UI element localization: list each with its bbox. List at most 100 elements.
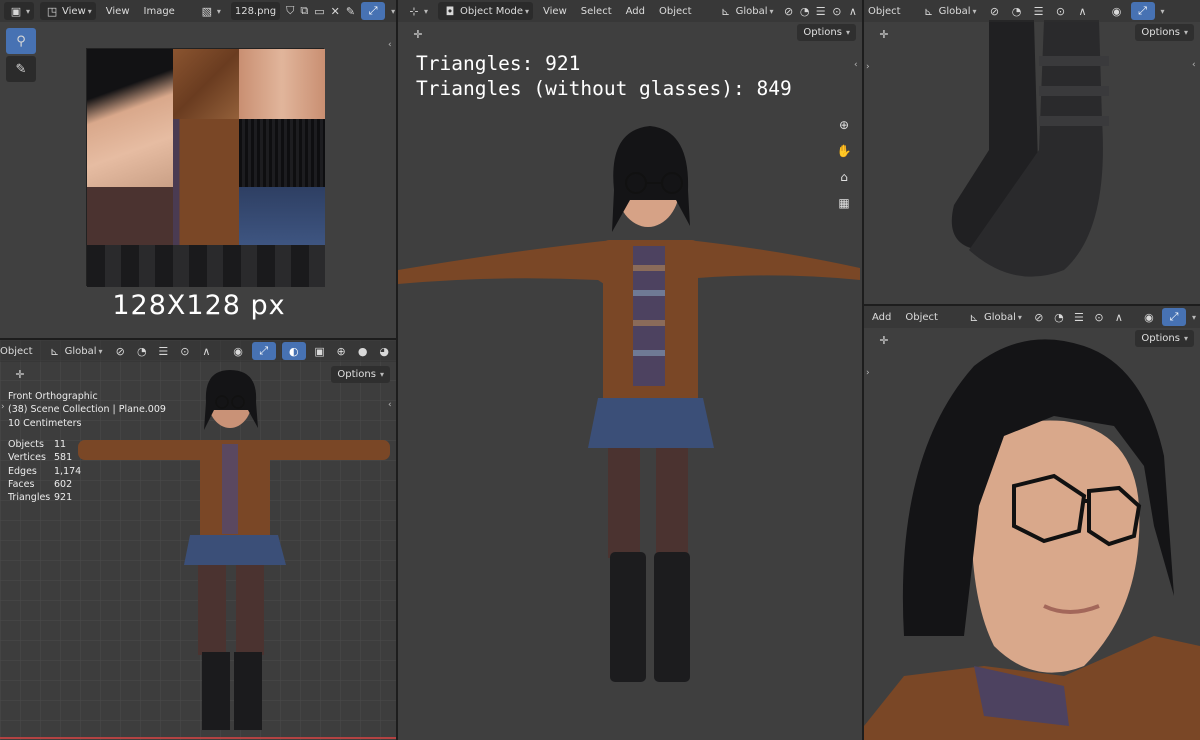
front-ortho-viewport[interactable]: Object ⊾ Global ▾ ⊘ ◔ ☰ ⊙ ∧ ◉ ⤢ ◐ ▣ ⊕ ● ◕ … [0,340,396,740]
options-button[interactable]: Options ▾ [797,24,856,41]
chevron-down-icon: ▾ [972,6,977,16]
texture-tile-leggings [87,187,173,245]
menu-add[interactable]: Add [622,2,649,20]
material-shading-icon[interactable]: ◕ [376,343,392,359]
menu-view[interactable]: View [539,2,571,20]
texture-tile-face [87,49,173,187]
snap-icon[interactable]: ◔ [1009,3,1025,19]
texture-image [86,48,325,287]
image-toolbar: ⚲ ✎ [6,28,36,82]
visibility-icon[interactable]: ◉ [230,343,246,359]
proportional-edit-icon[interactable]: ⊙ [177,343,193,359]
folder-icon[interactable]: ▭ [314,3,324,19]
sidebar-toggle-icon[interactable]: ‹ [388,400,392,410]
menu-object[interactable]: Object [0,342,37,360]
visibility-icon[interactable]: ◉ [1109,3,1125,19]
menu-object[interactable]: Object [901,308,942,326]
shield-icon[interactable]: ⛉ [286,3,294,19]
editor-type-button[interactable]: ⊹ ▾ [402,2,432,20]
orientation-dropdown[interactable]: ⊾ Global ▾ [714,2,778,20]
proportional-edit-icon[interactable]: ⊙ [1053,3,1069,19]
chevron-down-icon[interactable]: ▾ [1161,7,1165,16]
sidebar-toggle-icon[interactable]: ‹ [388,40,392,50]
close-icon[interactable]: ✕ [331,3,340,19]
view-mode-dropdown[interactable]: ◳ View ▾ [40,2,96,20]
chevron-down-icon[interactable]: ▾ [1192,313,1196,322]
toolbar-toggle-icon[interactable]: › [1,402,5,412]
gizmo-toggle[interactable]: ⤢ [251,342,276,360]
tool-cursor-icon[interactable]: ✛ [876,26,892,42]
falloff-icon[interactable]: ∧ [1112,309,1126,325]
menu-object[interactable]: Object [655,2,696,20]
view-icon: ◳ [46,4,58,18]
image-browse-button[interactable]: ▧ ▾ [195,2,225,20]
uv-sync-button[interactable]: ⤢ [361,2,386,20]
snap-menu-icon[interactable]: ☰ [156,343,172,359]
annotate-tool-button[interactable]: ✎ [6,56,36,82]
face-viewport[interactable]: Add Object ⊾ Global ▾ ⊘ ◔ ☰ ⊙ ∧ ◉ ⤢ ▾ ✛ Op… [864,306,1200,740]
main-viewport[interactable]: ⊹ ▾ ◘ Object Mode ▾ View Select Add Object … [398,0,862,740]
tool-cursor-icon[interactable]: ✛ [12,366,28,382]
sidebar-toggle-icon[interactable]: ‹ [1192,60,1196,70]
face-viewport-header: Add Object ⊾ Global ▾ ⊘ ◔ ☰ ⊙ ∧ ◉ ⤢ ▾ [864,306,1200,328]
tool-cursor-icon[interactable]: ✛ [876,332,892,348]
menu-object[interactable]: Object [864,2,905,20]
solid-shading-icon[interactable]: ● [355,343,371,359]
pivot-icon[interactable]: ⊘ [784,3,794,19]
proportional-edit-icon[interactable]: ⊙ [1092,309,1106,325]
chevron-down-icon: ▾ [1183,334,1188,343]
gizmo-toggle[interactable]: ⤢ [1161,308,1186,326]
pin-icon[interactable]: ✎ [346,3,355,19]
menu-add[interactable]: Add [868,308,895,326]
mode-dropdown[interactable]: ◘ Object Mode ▾ [438,2,534,20]
falloff-icon[interactable]: ∧ [848,3,858,19]
pivot-icon[interactable]: ⊘ [113,343,129,359]
xray-icon[interactable]: ▣ [312,343,328,359]
editor-type-button[interactable]: ▣ ▾ [4,2,35,20]
snap-icon[interactable]: ◔ [134,343,150,359]
perspective-grid-icon[interactable]: ▦ [833,192,855,214]
sidebar-toggle-icon[interactable]: ‹ [854,60,858,70]
snap-icon[interactable]: ◔ [800,3,810,19]
menu-image[interactable]: Image [140,2,179,20]
pivot-icon[interactable]: ⊘ [1032,309,1046,325]
orientation-dropdown[interactable]: ⊾ Global ▾ [917,2,981,20]
orientation-dropdown[interactable]: ⊾ Global ▾ [962,308,1026,326]
snap-menu-icon[interactable]: ☰ [1072,309,1086,325]
falloff-icon[interactable]: ∧ [199,343,215,359]
duplicate-icon[interactable]: ⧉ [300,3,308,19]
toolbar-toggle-icon[interactable]: › [866,368,870,378]
chevron-down-icon: ▾ [216,6,221,16]
orientation-dropdown[interactable]: ⊾ Global ▾ [43,342,107,360]
visibility-icon[interactable]: ◉ [1142,309,1156,325]
gizmo-toggle[interactable]: ⤢ [1130,2,1155,20]
sample-tool-button[interactable]: ⚲ [6,28,36,54]
tool-cursor-icon[interactable]: ✛ [410,26,426,42]
overlay-toggle[interactable]: ◐ [281,342,306,360]
snap-menu-icon[interactable]: ☰ [1031,3,1047,19]
texture-tile-jacket [173,49,239,119]
chevron-down-icon[interactable]: ▾ [391,7,395,16]
wireframe-shading-icon[interactable]: ⊕ [333,343,349,359]
zoom-icon[interactable]: ⊕ [833,114,855,136]
falloff-icon[interactable]: ∧ [1075,3,1091,19]
options-button[interactable]: Options ▾ [331,366,390,383]
boots-viewport[interactable]: Object ⊾ Global ▾ ⊘ ◔ ☰ ⊙ ∧ ◉ ⤢ ▾ ✛ Option… [864,0,1200,304]
pan-hand-icon[interactable]: ✋ [833,140,855,162]
camera-icon[interactable]: ⌂ [833,166,855,188]
texture-tile-sleeve [173,119,239,245]
menu-select[interactable]: Select [577,2,616,20]
stat-row: Faces 602 [8,478,73,490]
chevron-down-icon: ▾ [87,6,92,16]
snap-icon[interactable]: ◔ [1052,309,1066,325]
toolbar-toggle-icon[interactable]: › [866,62,870,72]
snap-menu-icon[interactable]: ☰ [816,3,826,19]
texture-tile-boots [87,245,325,287]
pivot-icon[interactable]: ⊘ [987,3,1003,19]
proportional-edit-icon[interactable]: ⊙ [832,3,842,19]
image-name-field[interactable]: 128.png [230,2,281,20]
options-button[interactable]: Options ▾ [1135,330,1194,347]
options-button[interactable]: Options ▾ [1135,24,1194,41]
view-name: Front Orthographic [8,391,98,402]
menu-view[interactable]: View [102,2,134,20]
